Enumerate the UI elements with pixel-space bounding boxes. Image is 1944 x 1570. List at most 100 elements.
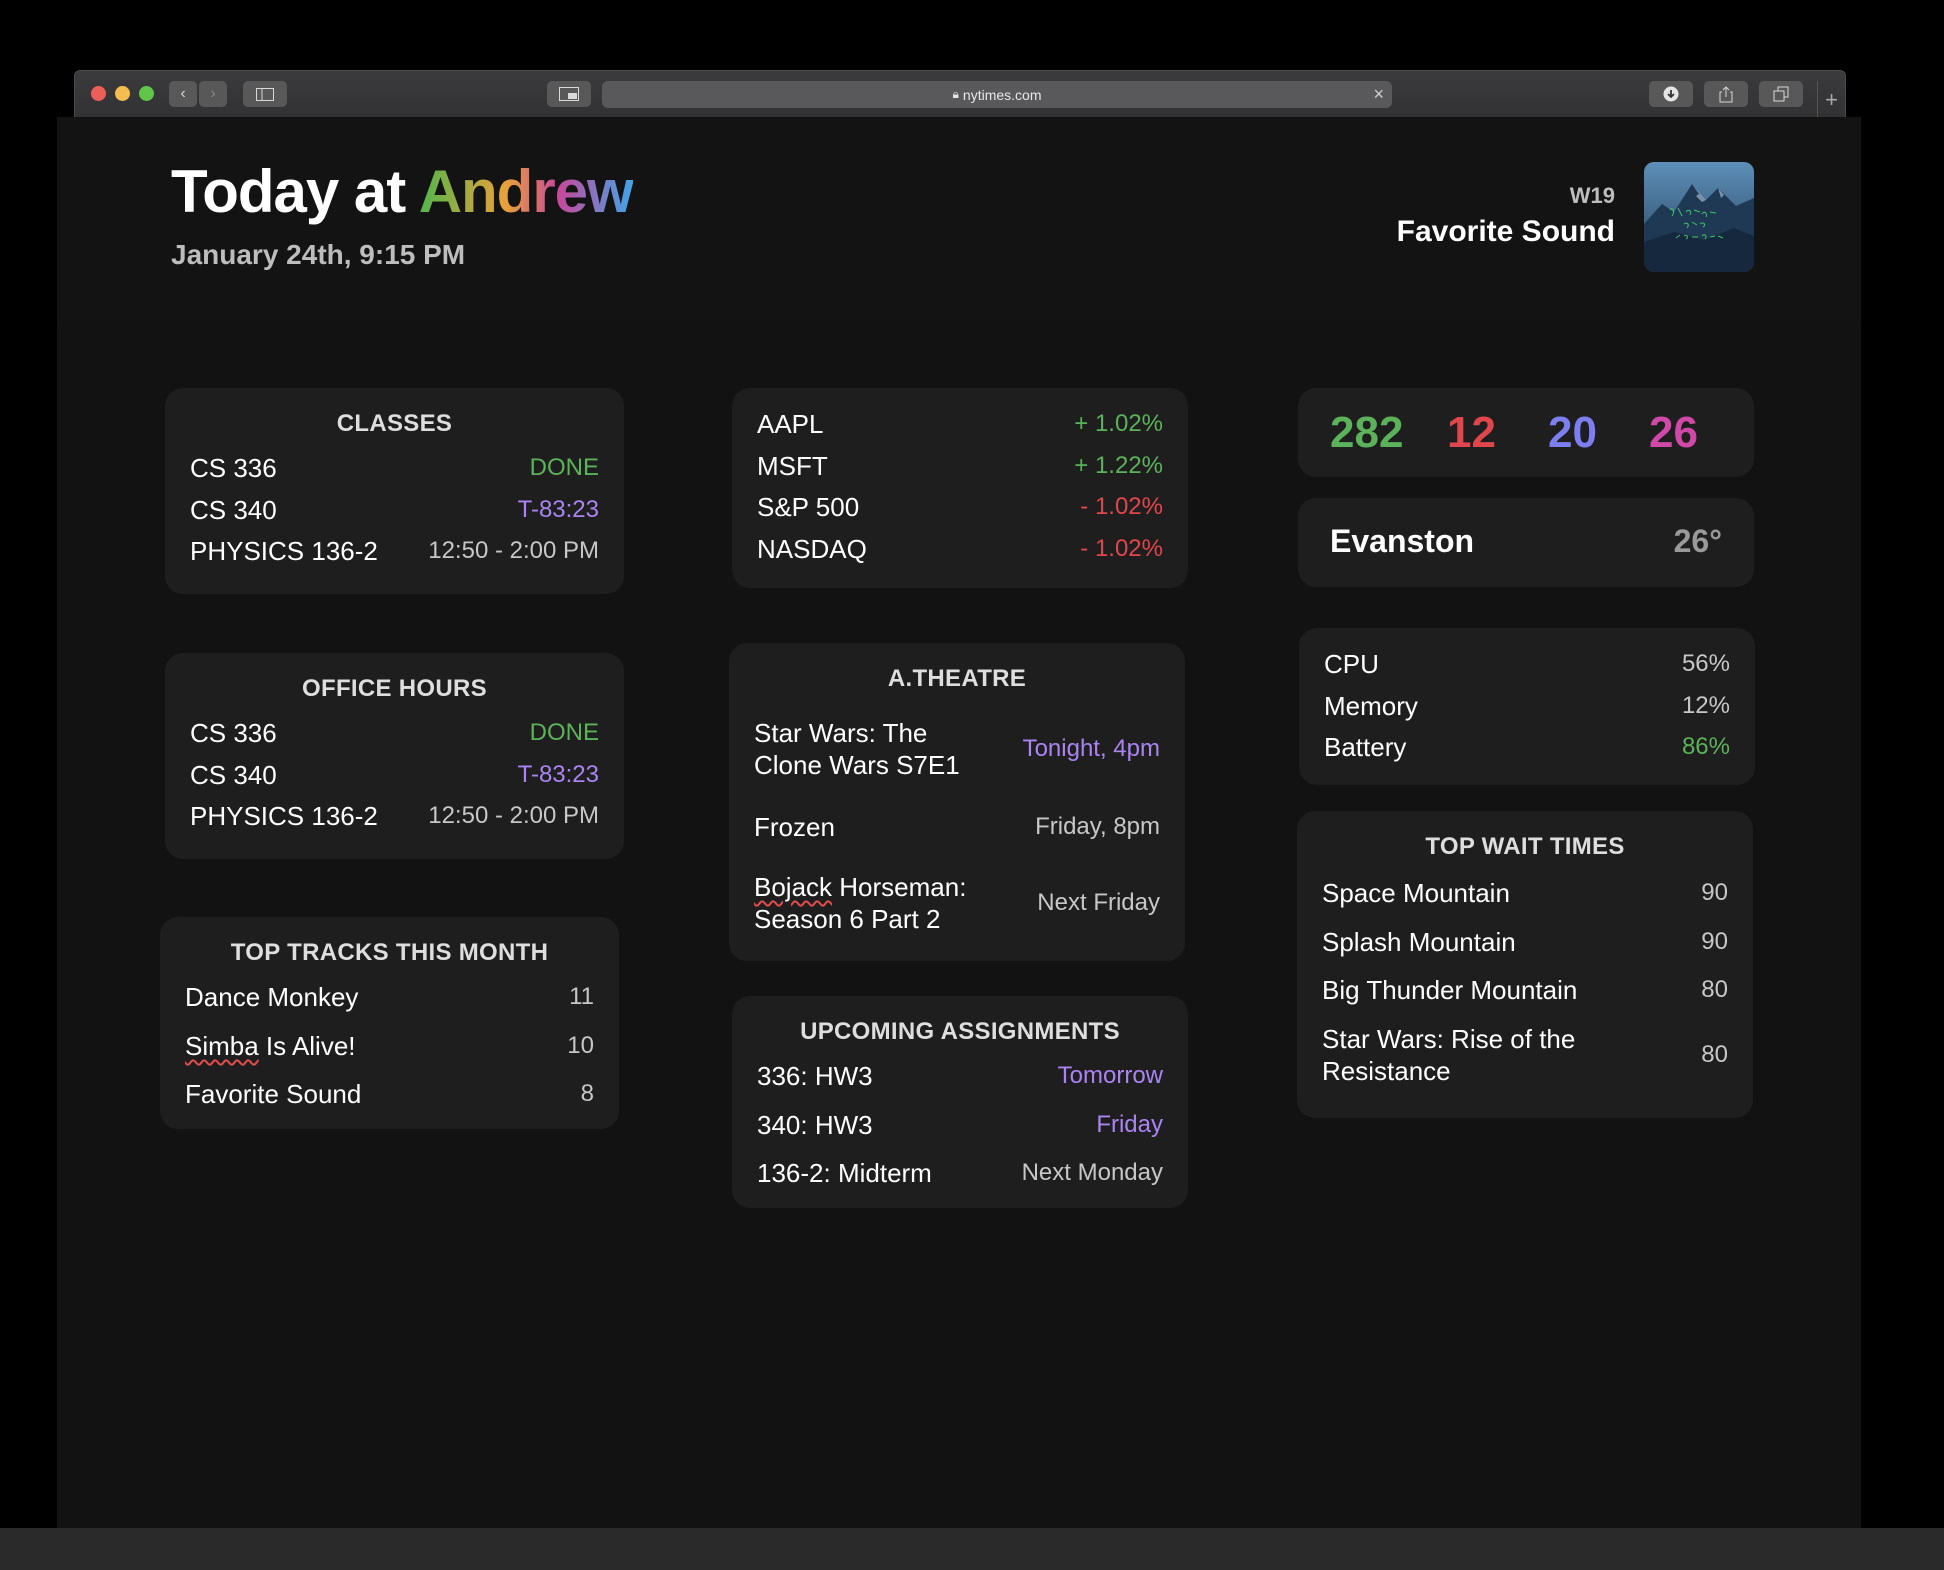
showing-row[interactable]: Star Wars: The Clone Wars S7E1 Tonight, 4…	[754, 717, 1160, 781]
wait-time-row[interactable]: Space Mountain 90	[1322, 877, 1728, 909]
ride-name: Splash Mountain	[1322, 927, 1516, 957]
class-time: 12:50 - 2:00 PM	[428, 537, 599, 564]
stock-row[interactable]: NASDAQ - 1.02%	[757, 533, 1163, 565]
assignment-due: Friday	[1096, 1111, 1163, 1138]
weather-city: Evanston	[1330, 523, 1475, 559]
showing-title: Star Wars: The Clone Wars S7E1	[754, 717, 960, 781]
mountain-icon	[1644, 184, 1754, 272]
class-row[interactable]: PHYSICS 136-2 12:50 - 2:00 PM	[190, 535, 599, 567]
track-play-count: 10	[567, 1032, 594, 1059]
showing-time: Tonight, 4pm	[1022, 735, 1160, 762]
ride-name: Space Mountain	[1322, 878, 1510, 908]
office-hours-time: 12:50 - 2:00 PM	[428, 802, 599, 829]
share-button[interactable]	[1704, 81, 1748, 107]
assignment-name: 340: HW3	[757, 1110, 873, 1140]
top-tracks-card: TOP TRACKS THIS MONTH Dance Monkey 11 Si…	[160, 917, 619, 1129]
counters-card: 282 12 20 26	[1298, 388, 1754, 477]
page-header: Today at Andrew January 24th, 9:15 PM W1…	[57, 117, 1861, 322]
track-name: Dance Monkey	[185, 982, 359, 1012]
counter-value: 20	[1548, 408, 1597, 457]
office-hours-countdown: T-83:23	[517, 761, 599, 788]
chevron-left-icon: ‹	[180, 85, 186, 102]
wait-time-row[interactable]: Splash Mountain 90	[1322, 926, 1728, 958]
office-hours-row[interactable]: CS 340 T-83:23	[190, 759, 599, 791]
forward-button[interactable]: ›	[199, 81, 227, 107]
office-hours-name: PHYSICS 136-2	[190, 801, 378, 831]
track-row[interactable]: Favorite Sound 8	[185, 1078, 594, 1110]
system-stat-row: Memory 12%	[1324, 690, 1730, 722]
assignment-due: Next Monday	[1021, 1159, 1163, 1186]
download-icon	[1663, 86, 1679, 102]
stock-change: - 1.02%	[1080, 535, 1163, 562]
stock-change: - 1.02%	[1080, 493, 1163, 520]
theatre-card: A.THEATRE Star Wars: The Clone Wars S7E1 …	[729, 643, 1185, 961]
stock-row[interactable]: S&P 500 - 1.02%	[757, 491, 1163, 523]
sidebar-icon	[256, 87, 274, 101]
system-stat-value: 56%	[1681, 650, 1730, 677]
ride-wait: 90	[1701, 928, 1728, 955]
album-art[interactable]	[1644, 162, 1754, 272]
showing-row[interactable]: Frozen Friday, 8pm	[754, 811, 1160, 843]
clear-url-icon[interactable]: ×	[1373, 84, 1384, 104]
class-row[interactable]: CS 336 DONE	[190, 452, 599, 484]
top-tracks-title: TOP TRACKS THIS MONTH	[230, 939, 549, 966]
office-hours-name: CS 340	[190, 760, 277, 790]
office-hours-row[interactable]: PHYSICS 136-2 12:50 - 2:00 PM	[190, 800, 599, 832]
office-hours-row[interactable]: CS 336 DONE	[190, 717, 599, 749]
address-bar[interactable]: 🔒︎ nytimes.com ×	[602, 81, 1392, 108]
spellcheck-word: Simba	[185, 1031, 259, 1061]
system-stat-label: CPU	[1324, 649, 1379, 679]
stock-symbol: MSFT	[757, 451, 828, 481]
theatre-title: A.THEATRE	[887, 665, 1027, 692]
office-hours-title: OFFICE HOURS	[302, 675, 487, 702]
stock-change: + 1.02%	[1074, 410, 1163, 437]
track-row[interactable]: Simba Is Alive! 10	[185, 1030, 594, 1062]
showing-row[interactable]: Bojack Horseman: Season 6 Part 2 Next Fri…	[754, 871, 1160, 935]
showing-title-line: Star Wars: The	[754, 718, 928, 748]
assignment-row[interactable]: 336: HW3 Tomorrow	[757, 1060, 1163, 1092]
stock-row[interactable]: AAPL + 1.02%	[757, 408, 1163, 440]
page-title: Today at Andrew	[171, 157, 634, 226]
stock-symbol: S&P 500	[757, 492, 860, 522]
wait-time-row[interactable]: Star Wars: Rise of the Resistance 80	[1322, 1023, 1728, 1087]
wait-time-row[interactable]: Big Thunder Mountain 80	[1322, 974, 1728, 1006]
downloads-button[interactable]	[1649, 81, 1693, 107]
ride-wait: 90	[1701, 879, 1728, 906]
showing-time: Friday, 8pm	[1035, 813, 1160, 840]
stock-symbol: AAPL	[757, 409, 824, 439]
close-window-button[interactable]	[91, 86, 106, 101]
weather-card[interactable]: Evanston 26°	[1298, 498, 1754, 587]
stock-change: + 1.22%	[1074, 452, 1163, 479]
showing-title-line: Clone Wars S7E1	[754, 750, 960, 780]
class-name: CS 336	[190, 453, 277, 483]
assignments-card: UPCOMING ASSIGNMENTS 336: HW3 Tomorrow 3…	[732, 996, 1188, 1208]
stocks-card: AAPL + 1.02% MSFT + 1.22% S&P 500 - 1.02…	[732, 388, 1188, 588]
title-name: Andrew	[418, 158, 634, 225]
now-playing-week: W19	[1569, 183, 1615, 208]
counter-value: 12	[1447, 408, 1496, 457]
new-tab-button[interactable]: +	[1817, 81, 1845, 119]
system-stat-label: Memory	[1324, 691, 1418, 721]
battery-value: 86%	[1681, 733, 1730, 760]
maximize-window-button[interactable]	[139, 86, 154, 101]
sidebar-button[interactable]	[243, 81, 287, 107]
tabs-icon	[1773, 86, 1789, 102]
ride-name: Star Wars: Rise of the Resistance	[1322, 1023, 1575, 1087]
assignment-row[interactable]: 136-2: Midterm Next Monday	[757, 1157, 1163, 1189]
share-icon	[1719, 85, 1733, 102]
class-row[interactable]: CS 340 T-83:23	[190, 494, 599, 526]
classes-card: CLASSES CS 336 DONE CS 340 T-83:23 PHYSI…	[165, 388, 624, 594]
system-stats-card: CPU 56% Memory 12% Battery 86%	[1299, 628, 1755, 785]
title-prefix: Today at	[171, 158, 419, 225]
minimize-window-button[interactable]	[115, 86, 130, 101]
track-row[interactable]: Dance Monkey 11	[185, 981, 594, 1013]
system-stat-row: Battery 86%	[1324, 731, 1730, 763]
stock-row[interactable]: MSFT + 1.22%	[757, 450, 1163, 482]
browser-toolbar: ‹ › 🔒︎ nytimes.com × +	[74, 70, 1846, 119]
assignment-row[interactable]: 340: HW3 Friday	[757, 1109, 1163, 1141]
counter-value: 26	[1649, 408, 1698, 457]
track-name: Favorite Sound	[185, 1079, 362, 1109]
tab-overview-button[interactable]	[547, 81, 591, 107]
back-button[interactable]: ‹	[169, 81, 197, 107]
tabs-button[interactable]	[1759, 81, 1803, 107]
